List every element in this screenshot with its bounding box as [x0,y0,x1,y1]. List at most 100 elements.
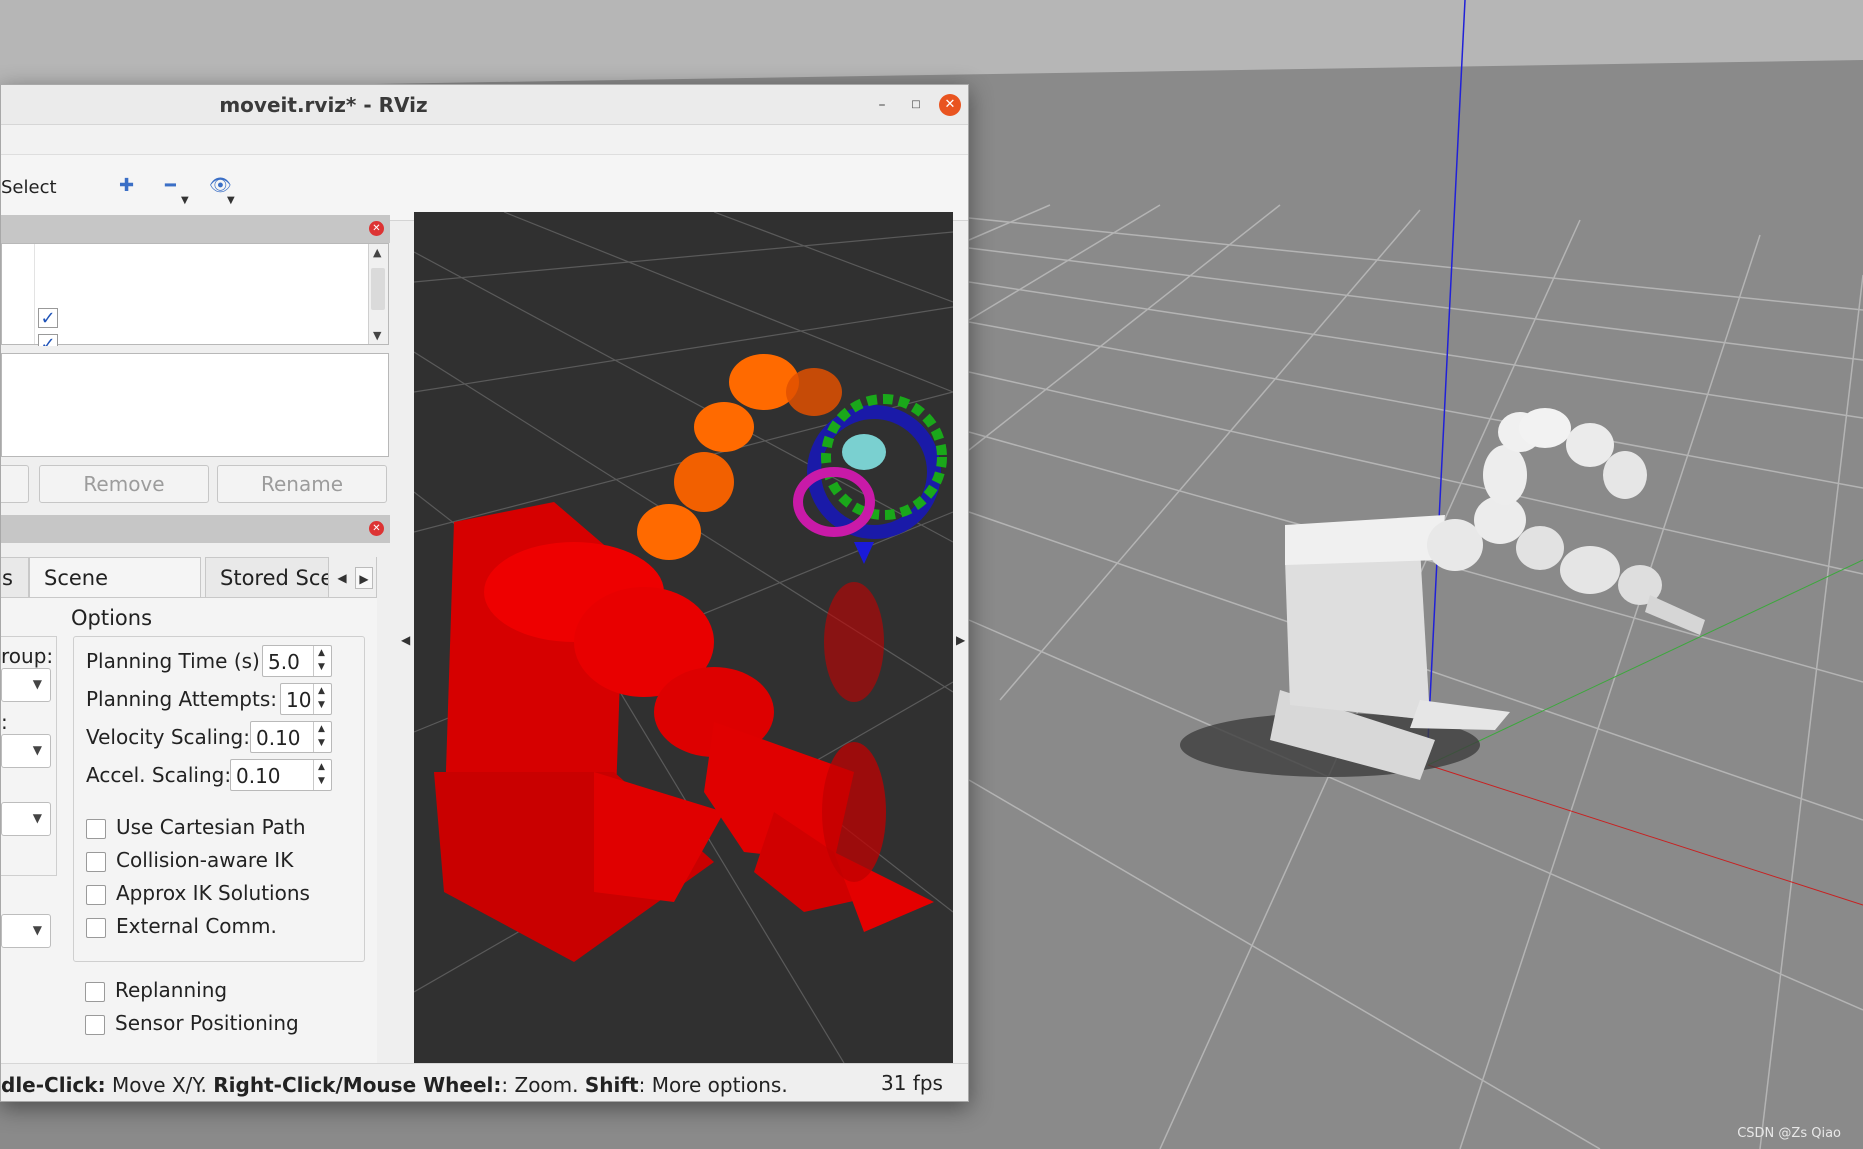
remove-button[interactable]: Remove [39,465,209,503]
velocity-scaling-label: Velocity Scaling: [86,725,250,749]
3d-render-view[interactable] [414,212,953,1063]
display-checkbox[interactable]: ✓ [38,308,58,328]
maximize-button[interactable]: □ [905,94,927,116]
chevron-down-icon: ▼ [32,677,42,691]
status-hint-bold-2: Right-Click/Mouse Wheel: [213,1073,502,1097]
use-cartesian-path-label: Use Cartesian Path [116,815,306,839]
collapse-left-icon[interactable]: ◀ [401,633,410,647]
stepper[interactable]: ▲ ▼ [313,722,331,752]
velocity-scaling-value: 0.10 [256,726,301,750]
robot-scene [414,212,953,1063]
motion-planning-header: ✕ [1,515,390,543]
plus-icon[interactable]: ✚ [119,175,134,196]
sensor-positioning-checkbox[interactable] [85,1015,105,1035]
menu-bar [1,125,968,155]
planning-attempts-value: 10 [286,688,312,712]
add-button[interactable] [1,465,29,503]
replanning-checkbox[interactable] [85,982,105,1002]
minimize-button[interactable]: – [871,94,893,116]
options-title: Options [71,606,153,630]
collapse-right-icon[interactable]: ▶ [956,633,965,647]
status-hint-bold-3: Shift [584,1073,639,1097]
fps-counter: 31 fps [881,1071,943,1095]
planning-time-input[interactable]: 5.0 ▲ ▼ [262,645,332,677]
red-robot [434,354,947,962]
scroll-thumb[interactable] [371,268,385,310]
goal-state-combo[interactable]: ▼ [1,802,51,836]
chevron-up-icon[interactable]: ▲ [318,762,325,772]
chevron-down-icon[interactable]: ▼ [318,662,325,672]
tab-stored-scenes[interactable]: Stored Sce [205,557,329,597]
collision-aware-ik-label: Collision-aware IK [116,848,294,872]
external-comm-checkbox[interactable] [86,918,106,938]
stepper[interactable]: ▲ ▼ [313,684,331,714]
chevron-down-icon: ▼ [32,743,42,757]
stepper[interactable]: ▲ ▼ [313,760,331,790]
eye-icon[interactable]: 👁 [209,175,232,196]
planning-tab-body: roup: ▼ : ▼ ▼ ▼ Options Planning Time (s… [1,597,377,1095]
planning-time-value: 5.0 [268,650,300,674]
planning-group-combo[interactable]: ▼ [1,668,51,702]
planning-attempts-input[interactable]: 10 ▲ ▼ [280,683,332,715]
displays-tree[interactable]: ✓ ✓ ▲ ▼ [1,243,389,346]
tab-scroll-right-icon[interactable]: ▶ [355,567,373,589]
column-divider [34,244,35,344]
title-bar[interactable]: moveit.rviz* - RViz – □ ✕ [1,85,968,125]
status-hint-text-2: : Zoom. [501,1073,585,1097]
rename-button[interactable]: Rename [217,465,387,503]
close-button[interactable]: ✕ [939,94,961,116]
chevron-down-icon[interactable]: ▼ [227,195,235,206]
chevron-down-icon: ▼ [32,811,42,825]
close-icon[interactable]: ✕ [369,521,384,536]
chevron-up-icon[interactable]: ▲ [318,686,325,696]
vertical-scrollbar[interactable]: ▲ ▼ [368,244,388,344]
approx-ik-label: Approx IK Solutions [116,881,310,905]
status-bar: dle-Click: Move X/Y. Right-Click/Mouse W… [1,1063,968,1101]
display-checkbox[interactable]: ✓ [38,334,58,346]
scroll-down-icon[interactable]: ▼ [373,329,381,342]
velocity-scaling-input[interactable]: 0.10 ▲ ▼ [250,721,332,753]
motion-planning-panel: s Scene Objects Stored Sce ◀ ▶ roup: ▼ :… [1,557,377,1095]
chevron-up-icon[interactable]: ▲ [318,648,325,658]
tab-planning[interactable]: s [1,557,29,597]
planner-combo[interactable]: ▼ [1,914,51,948]
scroll-up-icon[interactable]: ▲ [373,246,381,259]
accel-scaling-label: Accel. Scaling: [86,763,232,787]
use-cartesian-path-checkbox[interactable] [86,819,106,839]
collision-aware-ik-checkbox[interactable] [86,852,106,872]
accel-scaling-value: 0.10 [236,764,281,788]
status-hint-text-3: : More options. [638,1073,788,1097]
displays-panel-header: ✕ [1,215,390,243]
display-description [1,353,389,457]
replanning-label: Replanning [115,978,228,1002]
sensor-positioning-label: Sensor Positioning [115,1011,299,1035]
tab-scroll-left-icon[interactable]: ◀ [333,567,351,589]
planning-time-label: Planning Time (s): [86,649,267,673]
start-state-combo[interactable]: ▼ [1,734,51,768]
external-comm-label: External Comm. [116,914,277,938]
chevron-down-icon[interactable]: ▼ [318,700,325,710]
chevron-down-icon[interactable]: ▼ [318,776,325,786]
approx-ik-checkbox[interactable] [86,885,106,905]
close-icon[interactable]: ✕ [369,221,384,236]
chevron-down-icon: ▼ [32,923,42,937]
rviz-window: moveit.rviz* - RViz – □ ✕ Select ✚ ━ ▼ 👁… [0,84,969,1102]
select-tool-button[interactable]: Select [1,177,57,198]
tab-scene-objects[interactable]: Scene Objects [29,557,201,630]
chevron-down-icon[interactable]: ▼ [318,738,325,748]
chevron-down-icon[interactable]: ▼ [181,195,189,206]
status-hint: dle-Click: Move X/Y. Right-Click/Mouse W… [1,1073,788,1097]
chevron-up-icon[interactable]: ▲ [318,724,325,734]
options-group: Planning Time (s): 5.0 ▲ ▼ Planning Attem… [73,636,365,962]
planning-attempts-label: Planning Attempts: [86,687,278,711]
status-hint-bold-1: dle-Click: [1,1073,106,1097]
minus-icon[interactable]: ━ [165,175,176,196]
stepper[interactable]: ▲ ▼ [313,646,331,676]
status-hint-text-1: Move X/Y. [105,1073,214,1097]
state-label: : [1,710,8,734]
select-tool-label: Select [1,177,57,198]
window-title: moveit.rviz* - RViz [219,93,428,117]
watermark: CSDN @Zs Qiao [1737,1126,1841,1141]
planning-group-label: roup: [1,644,54,668]
accel-scaling-input[interactable]: 0.10 ▲ ▼ [230,759,332,791]
